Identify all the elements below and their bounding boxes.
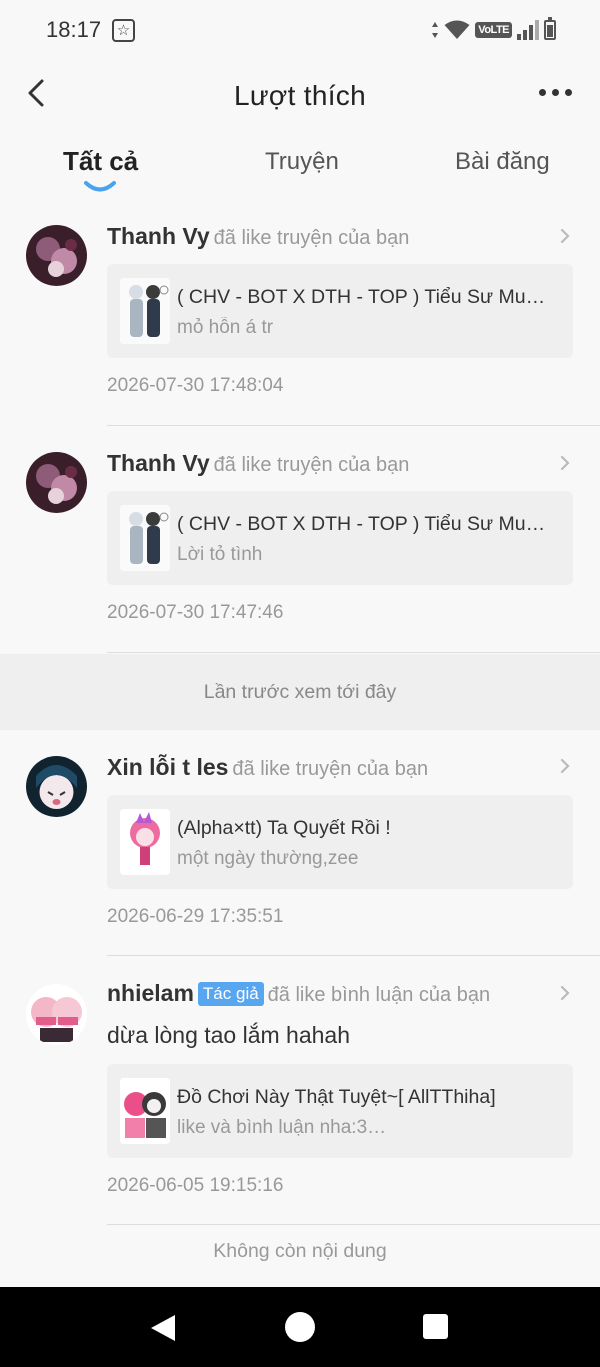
star-badge-icon: ☆ <box>112 19 135 42</box>
tab-posts[interactable]: Bài đăng <box>455 148 550 176</box>
chevron-right-icon[interactable] <box>558 226 572 246</box>
timestamp: 2026-06-29 17:35:51 <box>107 906 284 927</box>
action-text: đã like bình luận của bạn <box>267 984 491 1006</box>
app-header: Lượt thích <box>0 60 600 130</box>
notification-header: Thanh Vy đã like truyện của bạn <box>107 223 409 250</box>
more-options-button[interactable] <box>539 89 572 96</box>
notification-header: Thanh Vy đã like truyện của bạn <box>107 450 409 477</box>
avatar[interactable] <box>26 984 87 1045</box>
nav-back-icon[interactable] <box>149 1313 177 1343</box>
battery-icon <box>544 17 556 40</box>
comment-text: dừa lòng tao lắm hahah <box>107 1022 351 1048</box>
action-text: đã like truyện của bạn <box>213 454 410 476</box>
story-card[interactable]: Đồ Chơi Này Thật Tuyệt~[ AllTThiha] like… <box>107 1064 573 1158</box>
divider <box>107 425 600 426</box>
chapter-title: một ngày thường,zee <box>177 848 359 869</box>
story-thumbnail <box>120 1078 170 1144</box>
nav-home-icon[interactable] <box>285 1312 315 1342</box>
tab-stories[interactable]: Truyện <box>265 148 339 176</box>
tab-bar: Tất cả Truyện Bài đăng <box>0 140 600 200</box>
action-text: đã like truyện của bạn <box>213 227 410 249</box>
comment-preview: like và bình luận nha:3… <box>177 1117 387 1138</box>
notification-header: Xin lỗi t les đã like truyện của bạn <box>107 754 428 781</box>
more-horizontal-icon <box>539 89 546 96</box>
nav-recents-icon[interactable] <box>423 1314 448 1339</box>
user-name[interactable]: Thanh Vy <box>107 223 210 249</box>
end-of-list-label: Không còn nội dung <box>213 1240 387 1262</box>
story-card[interactable]: ( CHV - BOT X DTH - TOP ) Tiểu Sư Muội N… <box>107 491 573 585</box>
story-thumbnail <box>120 278 170 344</box>
page-title: Lượt thích <box>234 80 366 111</box>
timestamp: 2026-07-30 17:48:04 <box>107 375 284 396</box>
last-seen-marker: Lần trước xem tới đây <box>0 654 600 730</box>
tab-all[interactable]: Tất cả <box>63 146 138 177</box>
divider <box>107 1224 600 1225</box>
signal-icon <box>517 20 539 40</box>
chapter-title: mỏ hỗn á tr <box>177 317 274 338</box>
chevron-right-icon[interactable] <box>558 756 572 776</box>
story-thumbnail <box>120 809 170 875</box>
chevron-right-icon[interactable] <box>558 453 572 473</box>
divider <box>107 955 600 956</box>
author-badge: Tác giả <box>197 982 264 1006</box>
status-icons: VoLTE <box>431 17 556 43</box>
story-thumbnail <box>120 505 170 571</box>
chapter-title: Lời tỏ tình <box>177 544 263 565</box>
user-name[interactable]: Thanh Vy <box>107 450 210 476</box>
action-text: đã like truyện của bạn <box>232 758 429 780</box>
status-bar: 18:17 ☆ VoLTE <box>0 0 600 60</box>
wifi-icon <box>444 20 470 39</box>
story-card[interactable]: (Alpha×tt) Ta Quyết Rồi ! một ngày thườn… <box>107 795 573 889</box>
story-title: ( CHV - BOT X DTH - TOP ) Tiểu Sư Muội N… <box>177 286 553 308</box>
chevron-right-icon[interactable] <box>558 983 572 1003</box>
avatar[interactable] <box>26 756 87 817</box>
notification-header: nhielam Tác giả đã like bình luận của bạn <box>107 980 490 1007</box>
user-name[interactable]: Xin lỗi t les <box>107 754 228 780</box>
story-title: Đồ Chơi Này Thật Tuyệt~[ AllTThiha] <box>177 1086 496 1108</box>
avatar[interactable] <box>26 452 87 513</box>
timestamp: 2026-06-05 19:15:16 <box>107 1175 284 1196</box>
timestamp: 2026-07-30 17:47:46 <box>107 602 284 623</box>
data-arrows-icon <box>432 22 439 38</box>
story-title: (Alpha×tt) Ta Quyết Rồi ! <box>177 817 391 839</box>
story-card[interactable]: ( CHV - BOT X DTH - TOP ) Tiểu Sư Muội N… <box>107 264 573 358</box>
status-time: 18:17 <box>46 17 102 42</box>
story-title: ( CHV - BOT X DTH - TOP ) Tiểu Sư Muội N… <box>177 513 553 535</box>
volte-icon: VoLTE <box>475 22 512 38</box>
divider <box>107 652 600 653</box>
active-tab-indicator <box>84 181 116 192</box>
avatar[interactable] <box>26 225 87 286</box>
user-name[interactable]: nhielam <box>107 980 194 1006</box>
system-nav-bar <box>0 1287 600 1367</box>
